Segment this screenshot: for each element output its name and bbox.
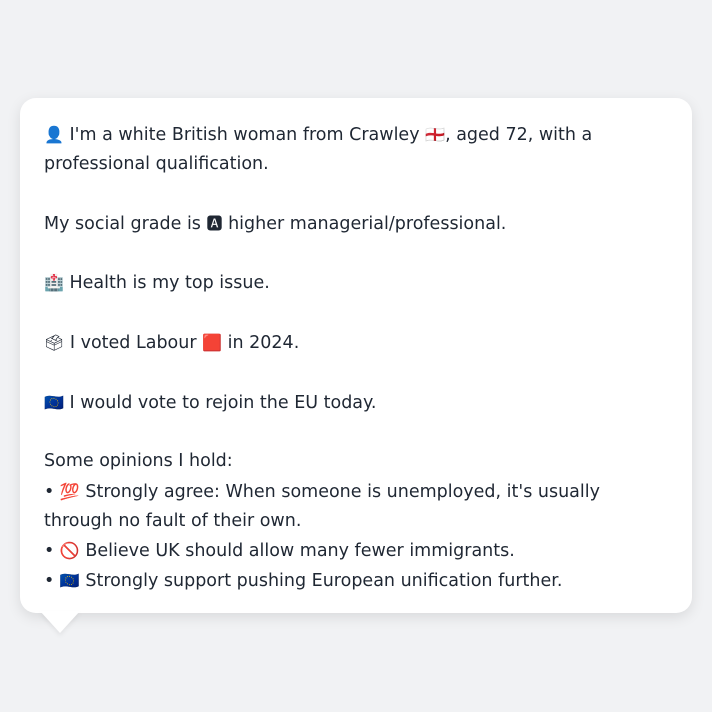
social-grade-line: My social grade is 🅰 higher managerial/p… [44, 209, 668, 239]
intro-line: 👤 I'm a white British woman from Crawley… [44, 120, 668, 180]
message-bubble: 👤 I'm a white British woman from Crawley… [20, 98, 692, 613]
opinion-text: Strongly agree: When someone is unemploy… [44, 481, 600, 531]
opinion-item: • 💯 Strongly agree: When someone is unem… [44, 477, 668, 537]
prohibited-icon: 🚫 [59, 541, 80, 561]
eu-flag-icon: 🇪🇺 [44, 392, 64, 412]
eu-text: I would vote to rejoin the EU today. [69, 392, 377, 413]
bullet: • [44, 481, 55, 502]
person-icon: 👤 [44, 125, 64, 144]
opinions-heading: Some opinions I hold: [44, 451, 233, 472]
bullet: • [44, 541, 55, 562]
issue-line: 🏥 Health is my top issue. [44, 268, 668, 298]
opinion-text: Strongly support pushing European unific… [85, 571, 563, 592]
bullet: • [44, 571, 55, 592]
opinion-item: • 🚫 Believe UK should allow many fewer i… [44, 536, 668, 566]
ballot-box-icon: 🗳 [44, 333, 65, 353]
social-text-after: higher managerial/professional. [228, 213, 507, 234]
england-flag-icon: 🏴󠁧󠁢󠁥󠁮󠁧󠁿 [425, 125, 446, 144]
red-square-icon: 🟥 [202, 333, 223, 353]
eu-line: 🇪🇺 I would vote to rejoin the EU today. [44, 388, 668, 418]
vote-line: 🗳 I voted Labour 🟥 in 2024. [44, 328, 668, 358]
vote-text-before: I voted Labour [69, 333, 197, 354]
issue-text: Health is my top issue. [69, 273, 270, 294]
vote-text-after: in 2024. [227, 333, 300, 354]
intro-text-before: I'm a white British woman from Crawley [69, 125, 420, 145]
opinion-text: Believe UK should allow many fewer immig… [85, 541, 515, 562]
bubble-tail [40, 611, 80, 633]
grade-a-icon: 🅰 [206, 213, 223, 233]
hundred-points-icon: 💯 [59, 481, 80, 501]
social-text-before: My social grade is [44, 213, 201, 234]
eu-flag-icon: 🇪🇺 [59, 571, 80, 591]
opinion-item: • 🇪🇺 Strongly support pushing European u… [44, 566, 668, 596]
hospital-icon: 🏥 [44, 273, 64, 293]
